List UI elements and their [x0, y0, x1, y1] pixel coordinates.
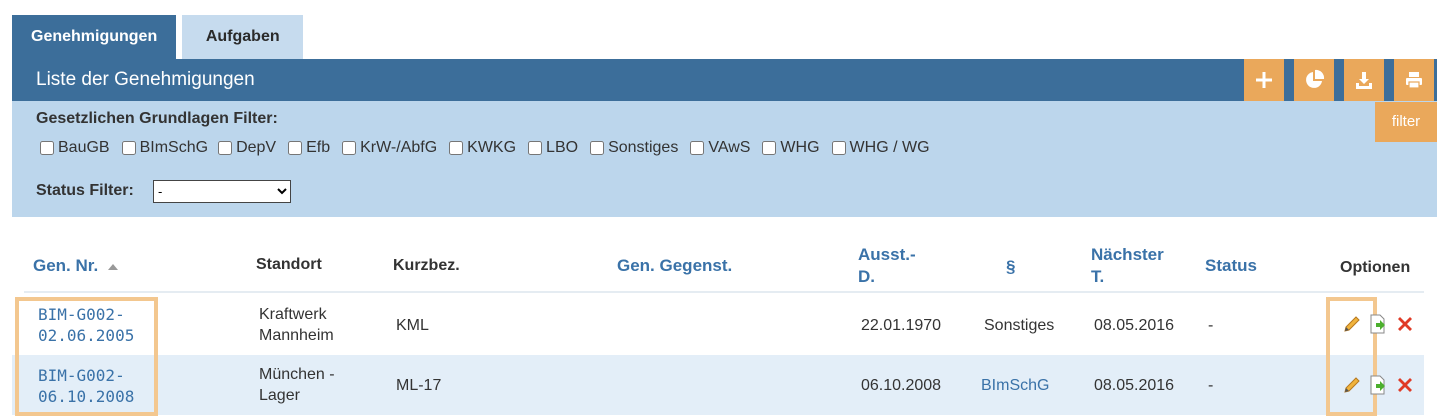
filter-option-label: Efb: [306, 139, 331, 156]
print-icon: [1406, 72, 1422, 89]
col-header-paragraph[interactable]: §: [1006, 256, 1015, 278]
filter-checkbox[interactable]: [690, 141, 705, 155]
kurzbez-cell: KML: [396, 317, 429, 334]
filter-checkbox[interactable]: [528, 141, 543, 155]
list-header: Liste der Genehmigungen: [12, 59, 1437, 101]
filter-option-label: WHG: [780, 139, 820, 156]
sort-ascending-icon: [107, 263, 118, 270]
document-export-icon[interactable]: [1368, 375, 1388, 395]
delete-icon[interactable]: [1395, 375, 1415, 395]
header-divider: [24, 291, 1424, 293]
download-icon: [1356, 72, 1372, 89]
filter-panel: Gesetzlichen Grundlagen Filter: BauGB BI…: [12, 101, 1437, 217]
col-header-gen-nr[interactable]: Gen. Nr.: [33, 255, 119, 277]
filter-option[interactable]: WHG: [762, 139, 820, 157]
ausst-cell: 22.01.1970: [861, 317, 942, 334]
filter-option[interactable]: LBO: [528, 139, 578, 157]
filter-option-label: VAwS: [708, 139, 751, 156]
filter-option[interactable]: WHG / WG: [831, 139, 930, 157]
add-button[interactable]: [1244, 59, 1284, 101]
filter-checkbox[interactable]: [121, 141, 136, 155]
statistics-button[interactable]: [1294, 59, 1334, 101]
print-button[interactable]: [1394, 59, 1434, 101]
col-header-gen-gegenst[interactable]: Gen. Gegenst.: [617, 255, 732, 277]
col-header-standort: Standort: [256, 256, 322, 273]
filter-option-label: BImSchG: [139, 139, 209, 156]
legal-filter-options: BauGB BImSchG DepV Efb KrW-/AbfG KWKG LB…: [40, 139, 942, 157]
document-export-icon[interactable]: [1368, 314, 1388, 334]
col-header-label: Ausst.-: [858, 245, 916, 264]
filter-checkbox[interactable]: [342, 141, 357, 155]
status-filter-label: Status Filter:: [36, 182, 134, 199]
paragraph-link[interactable]: BImSchG: [981, 375, 1049, 396]
filter-checkbox[interactable]: [762, 141, 777, 155]
standort-cell: Kraftwerk Mannheim: [259, 304, 334, 346]
standort-text: Kraftwerk: [259, 306, 327, 323]
page-title: Liste der Genehmigungen: [36, 69, 255, 90]
filter-option[interactable]: BauGB: [40, 139, 110, 157]
filter-checkbox[interactable]: [831, 141, 846, 155]
tab-bar: Genehmigungen Aufgaben: [12, 15, 304, 59]
col-header-optionen: Optionen: [1340, 259, 1411, 276]
delete-icon[interactable]: [1395, 314, 1415, 334]
filter-option[interactable]: KWKG: [449, 139, 516, 157]
legal-filter-label: Gesetzlichen Grundlagen Filter:: [36, 110, 278, 127]
plus-icon: [1256, 72, 1272, 88]
col-header-label: T.: [1091, 267, 1105, 286]
standort-text: München -: [259, 366, 335, 383]
filter-option-label: KrW-/AbfG: [360, 139, 438, 156]
filter-checkbox[interactable]: [449, 141, 464, 155]
col-header-label: Nächster: [1091, 245, 1164, 264]
col-header-label: D.: [858, 267, 875, 286]
export-button[interactable]: [1344, 59, 1384, 101]
filter-button[interactable]: filter: [1375, 102, 1437, 142]
filter-option-label: LBO: [546, 139, 579, 156]
edit-pencil-icon[interactable]: [1342, 375, 1362, 395]
edit-pencil-icon[interactable]: [1342, 314, 1362, 334]
kurzbez-cell: ML-17: [396, 377, 442, 394]
ausst-cell: 06.10.2008: [861, 377, 942, 394]
paragraph-cell: Sonstiges: [984, 317, 1055, 334]
filter-option[interactable]: VAwS: [690, 139, 750, 157]
standort-text: Lager: [259, 387, 300, 404]
filter-option-label: WHG / WG: [849, 139, 930, 156]
filter-option[interactable]: Sonstiges: [590, 139, 678, 157]
filter-option-label: DepV: [236, 139, 277, 156]
status-cell: -: [1208, 377, 1214, 394]
col-header-status[interactable]: Status: [1205, 255, 1257, 277]
pie-chart-icon: [1306, 69, 1325, 88]
filter-option-label: KWKG: [467, 139, 517, 156]
status-filter-select[interactable]: -: [153, 180, 291, 203]
filter-checkbox[interactable]: [288, 141, 303, 155]
filter-checkbox[interactable]: [590, 141, 605, 155]
filter-checkbox[interactable]: [40, 141, 54, 155]
status-cell: -: [1208, 317, 1214, 334]
filter-option[interactable]: DepV: [218, 139, 276, 157]
tab-genehmigungen[interactable]: Genehmigungen: [12, 15, 177, 59]
col-header-ausst-d[interactable]: Ausst.- D.: [858, 244, 916, 288]
tab-aufgaben[interactable]: Aufgaben: [182, 15, 304, 59]
col-header-label: Gen. Nr.: [33, 256, 99, 275]
filter-option[interactable]: Efb: [288, 139, 330, 157]
filter-option[interactable]: KrW-/AbfG: [342, 139, 437, 157]
naechster-cell: 08.05.2016: [1094, 377, 1175, 394]
filter-option-label: BauGB: [58, 139, 110, 156]
standort-text: Mannheim: [259, 327, 334, 344]
filter-checkbox[interactable]: [218, 141, 233, 155]
filter-option-label: Sonstiges: [608, 139, 679, 156]
col-header-kurzbez: Kurzbez.: [393, 257, 460, 274]
gen-nr-highlight: [15, 297, 158, 416]
standort-cell: München - Lager: [259, 364, 335, 406]
naechster-cell: 08.05.2016: [1094, 317, 1175, 334]
filter-option[interactable]: BImSchG: [121, 139, 209, 157]
col-header-naechster-t[interactable]: Nächster T.: [1091, 244, 1164, 288]
